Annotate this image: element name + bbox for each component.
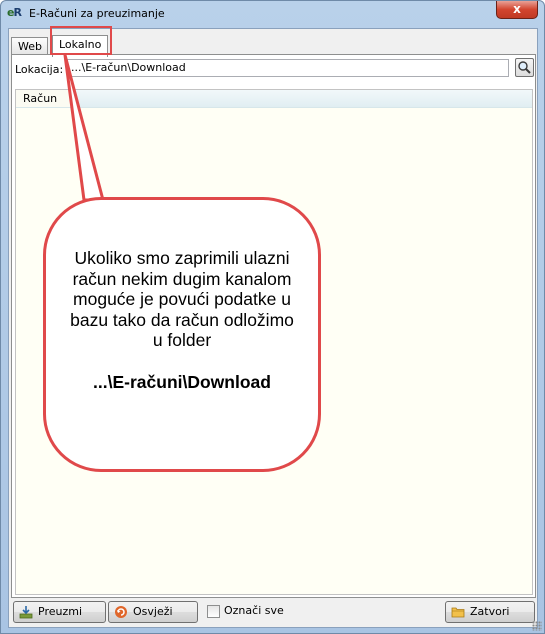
bottom-toolbar: Preuzmi Osvježi Označi sve Zatvori xyxy=(11,601,537,625)
title-bar: eR E-Računi za preuzimanje x xyxy=(1,1,544,27)
callout-text: Ukoliko smo zaprimili ulazni račun nekim… xyxy=(70,248,294,350)
location-field[interactable]: ...\E-račun\Download xyxy=(67,59,509,77)
search-icon xyxy=(518,61,531,74)
zatvori-button[interactable]: Zatvori xyxy=(445,601,535,623)
refresh-icon xyxy=(115,606,127,618)
preuzmi-label: Preuzmi xyxy=(38,605,83,618)
callout-bubble: Ukoliko smo zaprimili ulazni račun nekim… xyxy=(43,197,321,472)
resize-grip-icon[interactable] xyxy=(532,621,542,631)
tab-highlight-box xyxy=(50,26,112,55)
location-label: Lokacija: xyxy=(15,63,64,76)
folder-icon xyxy=(451,607,465,618)
zatvori-label: Zatvori xyxy=(470,605,510,618)
select-all-checkbox[interactable] xyxy=(207,605,220,618)
window-title: E-Računi za preuzimanje xyxy=(29,7,165,20)
osvjezi-label: Osvježi xyxy=(133,605,173,618)
column-header-racun[interactable]: Račun xyxy=(16,90,532,108)
download-icon xyxy=(19,606,33,619)
app-logo-icon: eR xyxy=(7,6,22,19)
preuzmi-button[interactable]: Preuzmi xyxy=(13,601,106,623)
osvjezi-button[interactable]: Osvježi xyxy=(108,601,198,623)
select-all-label: Označi sve xyxy=(224,604,284,617)
callout-path: ...\E-računi\Download xyxy=(93,371,271,392)
browse-button[interactable] xyxy=(515,58,534,77)
close-button[interactable]: x xyxy=(496,1,538,19)
